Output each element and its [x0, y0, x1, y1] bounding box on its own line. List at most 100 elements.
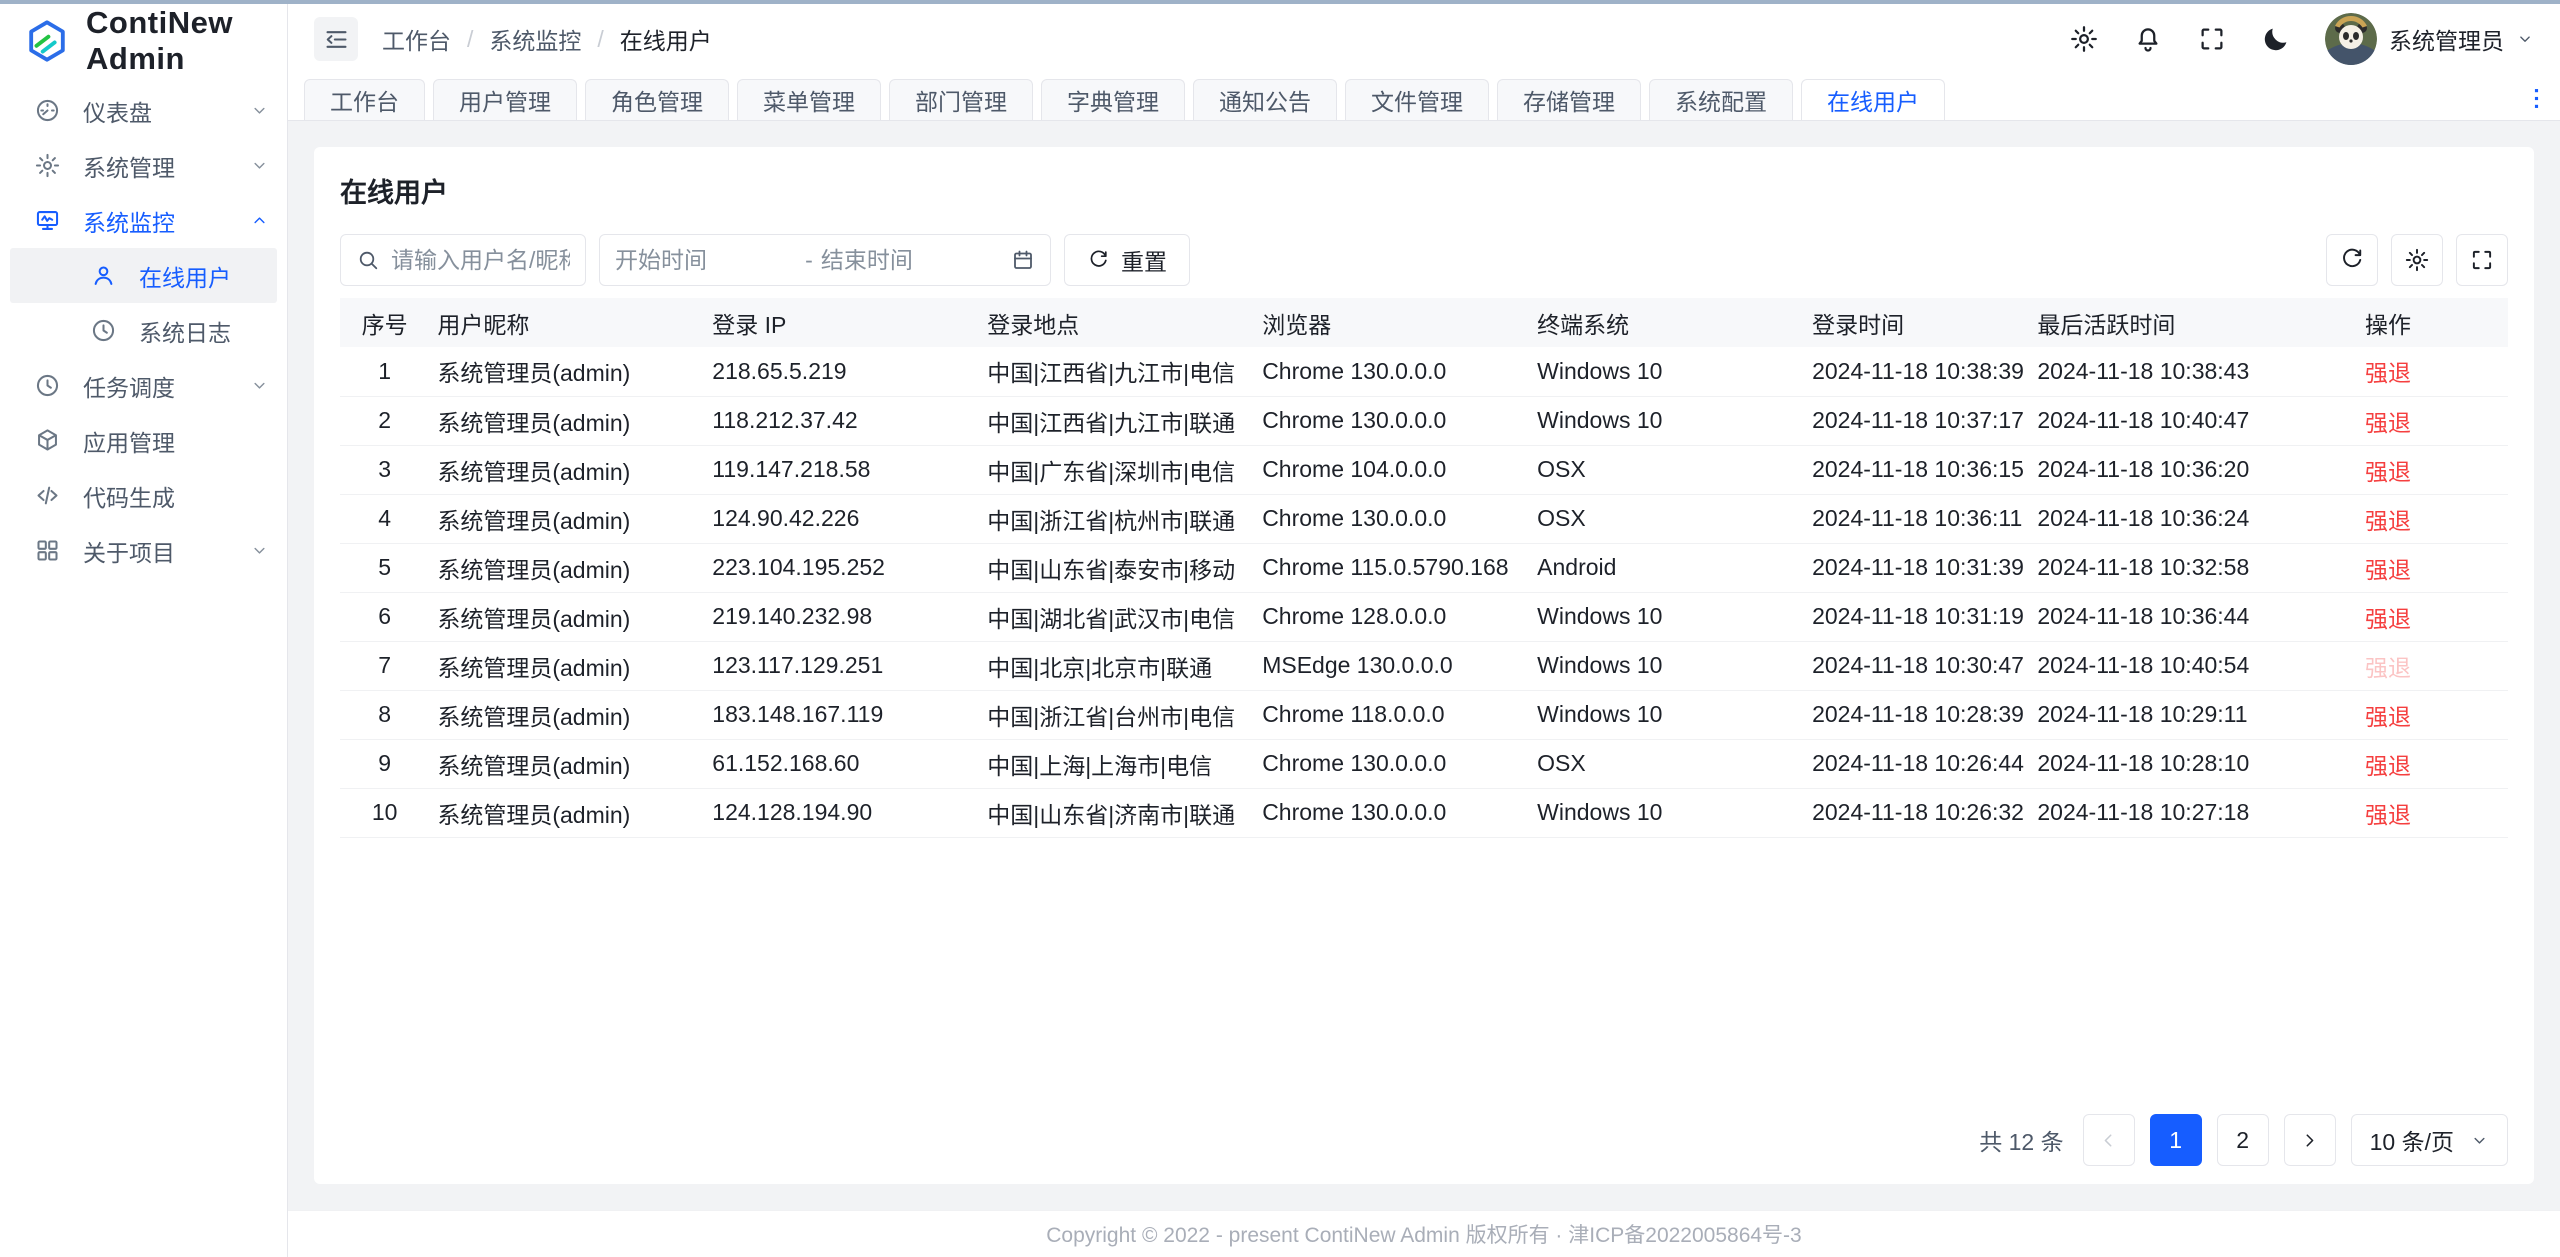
- force-logout-link[interactable]: 强退: [2365, 606, 2411, 632]
- fullscreen-icon: [2197, 24, 2227, 54]
- chevron-down-icon: [250, 376, 269, 395]
- total-count: 共 12 条: [1979, 1123, 2063, 1157]
- cell-location: 中国|山东省|泰安市|移动: [979, 543, 1254, 592]
- topbar: 工作台/系统监控/在线用户: [288, 4, 2560, 74]
- cell-login_time: 2024-11-18 10:28:39: [1804, 690, 2029, 739]
- force-logout-link[interactable]: 强退: [2365, 508, 2411, 534]
- expand-table-button[interactable]: [2456, 234, 2508, 286]
- table-row: 4系统管理员(admin)124.90.42.226中国|浙江省|杭州市|联通C…: [340, 494, 2508, 543]
- force-logout-link[interactable]: 强退: [2365, 704, 2411, 730]
- code-icon: [34, 482, 61, 509]
- tab-4[interactable]: 部门管理: [889, 79, 1033, 120]
- table-header-row: 序号用户昵称登录 IP登录地点浏览器终端系统登录时间最后活跃时间操作: [340, 298, 2508, 347]
- sidebar-item-task-schedule[interactable]: 任务调度: [0, 358, 287, 413]
- fullscreen-button[interactable]: [2197, 24, 2227, 54]
- cell-login_time: 2024-11-18 10:26:32: [1804, 788, 2029, 837]
- logo[interactable]: ContiNew Admin: [0, 4, 287, 77]
- force-logout-link[interactable]: 强退: [2365, 410, 2411, 436]
- cell-nickname: 系统管理员(admin): [429, 347, 704, 396]
- table-row: 6系统管理员(admin)219.140.232.98中国|湖北省|武汉市|电信…: [340, 592, 2508, 641]
- force-logout-link[interactable]: 强退: [2365, 802, 2411, 828]
- sidebar-item-system-monitor[interactable]: 系统监控: [0, 193, 287, 248]
- cell-action: 强退: [2357, 788, 2508, 837]
- sidebar-item-label: 任务调度: [83, 369, 175, 403]
- cell-browser: Chrome 130.0.0.0: [1254, 396, 1529, 445]
- sidebar-item-dashboard[interactable]: 仪表盘: [0, 83, 287, 138]
- tab-10[interactable]: 在线用户: [1801, 79, 1945, 120]
- dashboard-icon: [34, 97, 61, 124]
- tab-7[interactable]: 文件管理: [1345, 79, 1489, 120]
- cell-ip: 123.117.129.251: [704, 641, 979, 690]
- cell-index: 8: [340, 690, 429, 739]
- cell-location: 中国|浙江省|台州市|电信: [979, 690, 1254, 739]
- next-page-button[interactable]: [2284, 1114, 2336, 1166]
- tab-5[interactable]: 字典管理: [1041, 79, 1185, 120]
- refresh-table-button[interactable]: [2326, 234, 2378, 286]
- cell-ip: 183.148.167.119: [704, 690, 979, 739]
- gear-icon: [2404, 247, 2430, 273]
- cell-ip: 218.65.5.219: [704, 347, 979, 396]
- start-time-input[interactable]: [615, 247, 797, 274]
- chevron-right-icon: [2299, 1130, 2320, 1151]
- sidebar-item-system-management[interactable]: 系统管理: [0, 138, 287, 193]
- tab-8[interactable]: 存储管理: [1497, 79, 1641, 120]
- force-logout-link[interactable]: 强退: [2365, 459, 2411, 485]
- clock-icon: [34, 372, 61, 399]
- refresh-icon: [2339, 247, 2365, 273]
- breadcrumb-separator: /: [467, 26, 473, 53]
- page-button-2[interactable]: 2: [2217, 1114, 2269, 1166]
- table-row: 2系统管理员(admin)118.212.37.42中国|江西省|九江市|联通C…: [340, 396, 2508, 445]
- collapse-sidebar-button[interactable]: [314, 17, 358, 61]
- tab-1[interactable]: 用户管理: [433, 79, 577, 120]
- breadcrumb-item[interactable]: 在线用户: [620, 22, 712, 56]
- sidebar-item-online-user[interactable]: 在线用户: [10, 248, 277, 303]
- tab-9[interactable]: 系统配置: [1649, 79, 1793, 120]
- cell-os: Windows 10: [1529, 592, 1804, 641]
- force-logout-link[interactable]: 强退: [2365, 557, 2411, 583]
- cell-os: Windows 10: [1529, 641, 1804, 690]
- tab-6[interactable]: 通知公告: [1193, 79, 1337, 120]
- tab-0[interactable]: 工作台: [304, 79, 425, 120]
- cell-action: 强退: [2357, 347, 2508, 396]
- force-logout-link[interactable]: 强退: [2365, 360, 2411, 386]
- end-time-input[interactable]: [821, 247, 1003, 274]
- sidebar-item-about-project[interactable]: 关于项目: [0, 523, 287, 578]
- cell-action: 强退: [2357, 641, 2508, 690]
- tab-3[interactable]: 菜单管理: [737, 79, 881, 120]
- user-menu[interactable]: 系统管理员: [2325, 13, 2534, 65]
- force-logout-link[interactable]: 强退: [2365, 753, 2411, 779]
- cell-nickname: 系统管理员(admin): [429, 739, 704, 788]
- sidebar-item-label: 应用管理: [83, 424, 175, 458]
- sidebar-item-app-management[interactable]: 应用管理: [0, 413, 287, 468]
- cell-browser: Chrome 130.0.0.0: [1254, 739, 1529, 788]
- ellipsis-vertical-icon: [2523, 85, 2550, 112]
- theme-toggle-button[interactable]: [2261, 24, 2291, 54]
- tabs-more-button[interactable]: [2523, 85, 2550, 112]
- cell-nickname: 系统管理员(admin): [429, 543, 704, 592]
- cell-ip: 219.140.232.98: [704, 592, 979, 641]
- breadcrumb-item[interactable]: 工作台: [382, 22, 451, 56]
- reset-button[interactable]: 重置: [1064, 234, 1190, 286]
- history-icon: [90, 317, 117, 344]
- breadcrumb-item[interactable]: 系统监控: [489, 22, 581, 56]
- settings-button[interactable]: [2069, 24, 2099, 54]
- tab-2[interactable]: 角色管理: [585, 79, 729, 120]
- prev-page-button[interactable]: [2083, 1114, 2135, 1166]
- cell-last_active: 2024-11-18 10:36:20: [2029, 445, 2357, 494]
- page-button-1[interactable]: 1: [2150, 1114, 2202, 1166]
- sidebar-item-system-log[interactable]: 系统日志: [10, 303, 277, 358]
- page-title: 在线用户: [340, 171, 2508, 210]
- fullscreen-icon: [2469, 247, 2495, 273]
- notification-button[interactable]: [2133, 24, 2163, 54]
- cell-last_active: 2024-11-18 10:29:11: [2029, 690, 2357, 739]
- chevron-up-icon: [250, 211, 269, 230]
- sidebar-item-label: 代码生成: [83, 479, 175, 513]
- sidebar-item-code-generator[interactable]: 代码生成: [0, 468, 287, 523]
- cell-os: Windows 10: [1529, 347, 1804, 396]
- cell-action: 强退: [2357, 543, 2508, 592]
- page-size-select[interactable]: 10 条/页: [2351, 1114, 2508, 1166]
- date-range-separator: -: [805, 247, 813, 274]
- date-range-picker[interactable]: -: [599, 234, 1051, 286]
- search-input[interactable]: [391, 247, 570, 274]
- column-settings-button[interactable]: [2391, 234, 2443, 286]
